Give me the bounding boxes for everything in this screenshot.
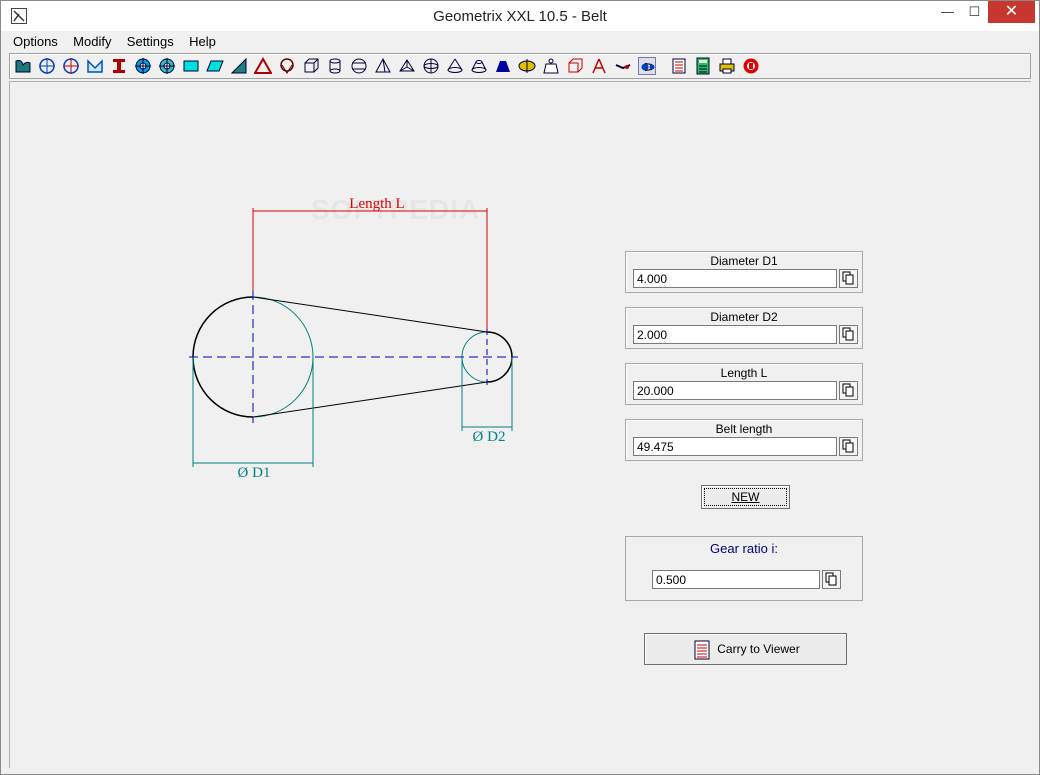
length-label: Length L [349, 196, 404, 212]
copy-icon [842, 271, 854, 285]
curve-shape-icon[interactable] [14, 57, 32, 75]
menu-help[interactable]: Help [183, 32, 222, 52]
pyramid-icon[interactable] [374, 57, 392, 75]
m-profile-icon[interactable] [86, 57, 104, 75]
circle-crosshair-icon[interactable] [38, 57, 56, 75]
window-title: Geometrix XXL 10.5 - Belt [433, 8, 607, 25]
menu-bar: Options Modify Settings Help [7, 32, 1031, 52]
cube-icon[interactable] [302, 57, 320, 75]
close-button[interactable]: ✕ [988, 1, 1035, 23]
diameter-d2-group: Diameter D2 [625, 307, 863, 349]
copy-icon [825, 572, 837, 586]
app-window: Geometrix XXL 10.5 - Belt — ☐ ✕ Options … [0, 0, 1040, 775]
cm3-icon[interactable] [566, 57, 584, 75]
calculator-icon[interactable] [694, 57, 712, 75]
diameter-d2-label: Diameter D2 [710, 310, 778, 324]
title-bar[interactable]: Geometrix XXL 10.5 - Belt — ☐ ✕ [1, 1, 1039, 31]
barrel-icon[interactable] [350, 57, 368, 75]
gear-circle-icon[interactable] [158, 57, 176, 75]
toolbar [9, 53, 1031, 79]
carry-to-viewer-label: Carry to Viewer [717, 642, 800, 656]
belt-length-label: Belt length [715, 422, 773, 436]
frustum-icon[interactable] [470, 57, 488, 75]
ellipsoid-icon[interactable] [518, 57, 536, 75]
compass-icon[interactable] [590, 57, 608, 75]
copy-icon [842, 439, 854, 453]
cone-top-icon[interactable] [278, 57, 296, 75]
notebook-icon[interactable] [670, 57, 688, 75]
length-l-group: Length L [625, 363, 863, 405]
minimize-button[interactable]: — [934, 1, 961, 23]
carry-to-viewer-button[interactable]: Carry to Viewer [644, 633, 847, 665]
sphere-icon[interactable] [422, 57, 440, 75]
trapezoid-solid-icon[interactable] [494, 57, 512, 75]
copy-gear-ratio-button[interactable] [822, 570, 841, 589]
length-l-input[interactable] [633, 381, 837, 400]
circle-target-icon[interactable] [134, 57, 152, 75]
copy-d1-button[interactable] [839, 269, 858, 288]
copy-icon [842, 383, 854, 397]
i-beam-icon[interactable] [110, 57, 128, 75]
rectangle-icon[interactable] [182, 57, 200, 75]
diameter-d1-group: Diameter D1 [625, 251, 863, 293]
cylinder-icon[interactable] [326, 57, 344, 75]
copy-length-button[interactable] [839, 381, 858, 400]
menu-settings[interactable]: Settings [121, 32, 180, 52]
cone-icon[interactable] [446, 57, 464, 75]
copy-belt-length-button[interactable] [839, 437, 858, 456]
d2-label: Ø D2 [473, 429, 506, 445]
belt-bottom [252, 381, 488, 418]
belt-top [252, 296, 488, 333]
belt-length-group: Belt length [625, 419, 863, 461]
gear-ratio-label: Gear ratio i: [710, 541, 778, 556]
menu-options[interactable]: Options [7, 32, 64, 52]
new-button[interactable]: NEW [701, 485, 790, 509]
belt-length-input[interactable] [633, 437, 837, 456]
maximize-button[interactable]: ☐ [961, 1, 988, 23]
diameter-d1-input[interactable] [633, 269, 837, 288]
menu-modify[interactable]: Modify [67, 32, 117, 52]
belt-drawing: SOFTPEDIA Length L Ø D1 Ø D2 [189, 194, 518, 481]
weight-icon[interactable] [542, 57, 560, 75]
d1-label: Ø D1 [238, 465, 271, 481]
parallelogram-icon[interactable] [206, 57, 224, 75]
diameter-d1-label: Diameter D1 [710, 254, 778, 268]
copy-icon [842, 327, 854, 341]
printer-icon[interactable] [718, 57, 736, 75]
exit-icon[interactable] [742, 57, 760, 75]
triangle-icon[interactable] [254, 57, 272, 75]
copy-d2-button[interactable] [839, 325, 858, 344]
notebook-icon [694, 640, 710, 660]
new-button-label: NEW [731, 490, 760, 504]
gear-ratio-group: Gear ratio i: [625, 536, 863, 601]
circle-crosshair-red-icon[interactable] [62, 57, 80, 75]
diameter-d2-input[interactable] [633, 325, 837, 344]
right-triangle-icon[interactable] [230, 57, 248, 75]
length-l-label: Length L [720, 366, 768, 380]
gear-ratio-input[interactable] [652, 570, 820, 589]
tetrahedron-icon[interactable] [398, 57, 416, 75]
belt-icon[interactable] [638, 57, 656, 75]
sword-icon[interactable] [614, 57, 632, 75]
